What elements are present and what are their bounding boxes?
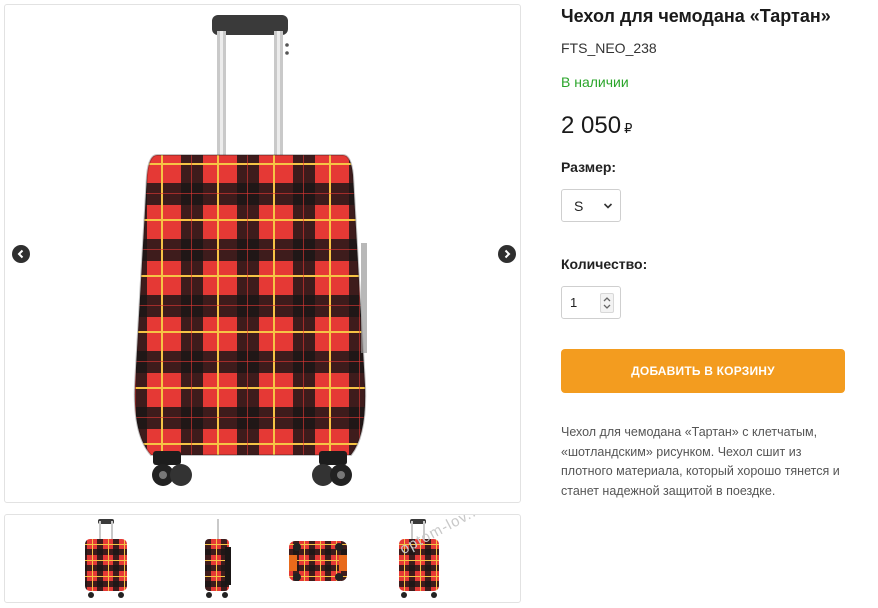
spin-arrows-icon: [603, 297, 611, 309]
product-title: Чехол для чемодана «Тартан»: [561, 6, 831, 26]
availability-status: В наличии: [561, 74, 629, 90]
quantity-spin-buttons[interactable]: [600, 293, 614, 313]
price-value: 2 050: [561, 112, 622, 139]
chevron-right-icon: [504, 249, 511, 259]
gallery-prev-button[interactable]: [12, 245, 30, 263]
chevron-down-icon: [603, 203, 613, 209]
currency-symbol: ₽: [624, 121, 633, 136]
thumbnail-2[interactable]: [173, 517, 255, 601]
product-price: 2 050 ₽: [561, 112, 632, 140]
thumbnail-3[interactable]: [277, 517, 359, 601]
thumbnail-1[interactable]: [65, 517, 147, 601]
size-selected-value: S: [574, 197, 584, 214]
gallery-next-button[interactable]: [498, 245, 516, 263]
chevron-left-icon: [17, 249, 24, 259]
product-image[interactable]: [125, 15, 375, 493]
thumbnail-strip: optom-lov...: [4, 514, 521, 603]
size-select[interactable]: S: [561, 189, 621, 222]
size-label: Размер:: [561, 159, 617, 175]
product-description: Чехол для чемодана «Тартан» с клетчатым,…: [561, 425, 840, 498]
add-to-cart-button[interactable]: ДОБАВИТЬ В КОРЗИНУ: [561, 349, 845, 393]
product-gallery: [4, 4, 521, 503]
quantity-stepper[interactable]: 1: [561, 286, 621, 319]
product-sku: FTS_NEO_238: [561, 40, 657, 56]
quantity-label: Количество:: [561, 256, 648, 272]
quantity-value: 1: [570, 295, 578, 310]
